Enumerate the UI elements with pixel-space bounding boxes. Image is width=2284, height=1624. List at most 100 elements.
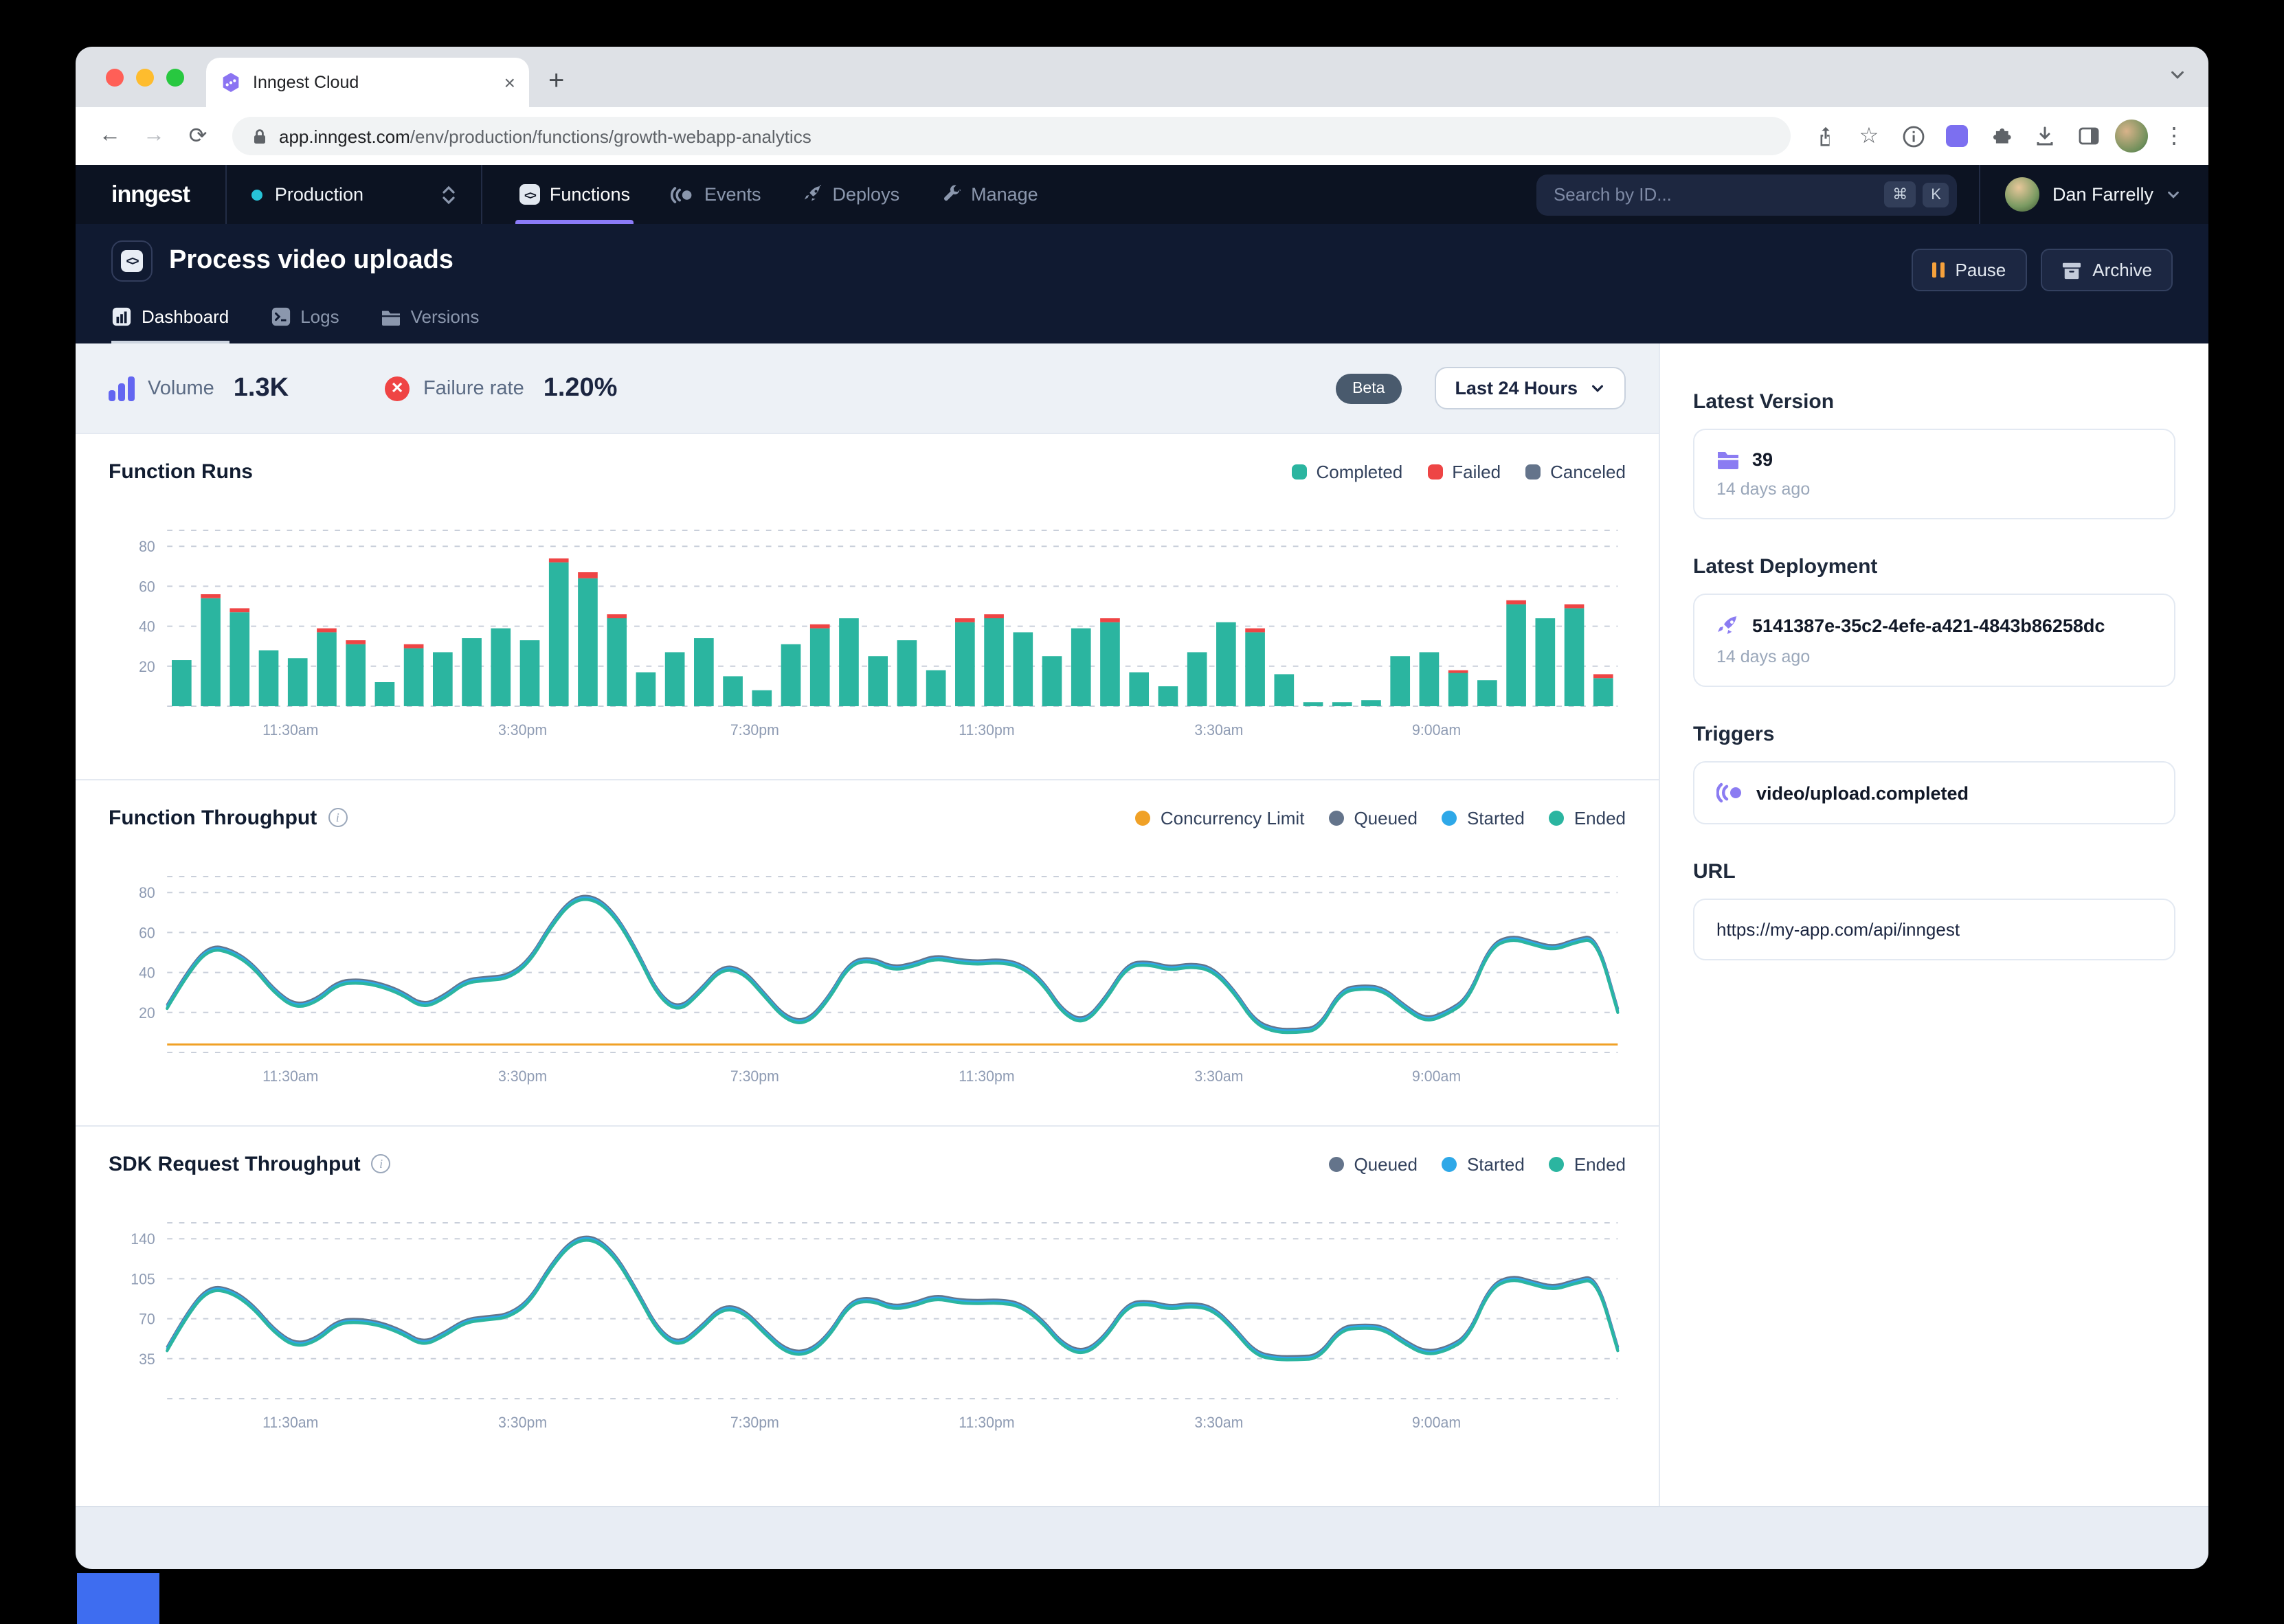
nav-item-deploys[interactable]: Deploys <box>785 165 918 224</box>
minimize-window-button[interactable] <box>136 69 154 87</box>
svg-text:7:30pm: 7:30pm <box>730 1068 779 1085</box>
info-icon[interactable]: i <box>372 1154 391 1173</box>
svg-text:11:30pm: 11:30pm <box>959 1414 1014 1431</box>
archive-button[interactable]: Archive <box>2040 249 2173 291</box>
inngest-favicon <box>220 71 242 93</box>
url-heading: URL <box>1693 860 2175 883</box>
url-card[interactable]: https://my-app.com/api/inngest <box>1693 899 2175 960</box>
url-text: app.inngest.com/env/production/functions… <box>279 126 811 146</box>
new-tab-button[interactable]: + <box>548 66 564 98</box>
legend-ended: Ended <box>1549 807 1626 828</box>
folder-icon <box>1716 449 1740 470</box>
downloads-icon[interactable] <box>2027 118 2063 154</box>
inngest-logo[interactable]: inngest <box>76 165 225 224</box>
nav-item-events[interactable]: Events <box>653 165 779 224</box>
macos-traffic-lights <box>106 69 184 87</box>
extension-info-icon[interactable] <box>1895 118 1931 154</box>
svg-text:3:30pm: 3:30pm <box>498 721 547 738</box>
browser-menu-kebab-icon[interactable]: ⋮ <box>2156 118 2192 154</box>
function-icon: <> <box>111 240 153 282</box>
svg-text:140: 140 <box>131 1230 155 1248</box>
latest-version-card[interactable]: 39 14 days ago <box>1693 429 2175 519</box>
chevron-down-icon <box>2166 187 2181 202</box>
info-icon[interactable]: i <box>328 808 347 827</box>
back-button[interactable]: ← <box>92 118 128 154</box>
tab-close-icon[interactable]: × <box>504 71 515 93</box>
share-icon[interactable] <box>1807 118 1843 154</box>
screenshot-stage: Inngest Cloud × + ← → ⟳ app.inngest.com/… <box>0 0 2284 1624</box>
pause-button[interactable]: Pause <box>1912 249 2027 291</box>
environment-selector[interactable]: Production <box>227 165 481 224</box>
beta-badge: Beta <box>1336 373 1401 403</box>
url-bar[interactable]: app.inngest.com/env/production/functions… <box>232 117 1791 155</box>
legend-started: Started <box>1442 1153 1525 1174</box>
tab-versions[interactable]: Versions <box>381 306 480 343</box>
cmd-key-badge: ⌘ <box>1884 181 1916 207</box>
tab-logs[interactable]: Logs <box>270 306 339 343</box>
latest-deployment-card[interactable]: 5141387e-35c2-4efe-a421-4843b86258dc 14 … <box>1693 594 2175 687</box>
failure-x-icon: ✕ <box>385 376 410 401</box>
volume-label: Volume <box>148 377 214 399</box>
function-runs-legend: Completed Failed Canceled <box>1292 461 1626 482</box>
browser-tab[interactable]: Inngest Cloud × <box>206 58 529 107</box>
trigger-value: video/upload.completed <box>1756 782 1969 803</box>
sidebar-toggle-icon[interactable] <box>2071 118 2107 154</box>
function-throughput-chart[interactable]: 2040608011:30am3:30pm7:30pm11:30pm3:30am… <box>109 846 1626 1088</box>
nav-item-functions[interactable]: <> Functions <box>502 165 648 224</box>
sdk-request-throughput-chart[interactable]: 357010514011:30am3:30pm7:30pm11:30pm3:30… <box>109 1193 1626 1434</box>
user-avatar <box>2006 177 2040 212</box>
search-box[interactable]: ⌘ K <box>1537 174 1958 215</box>
svg-text:3:30am: 3:30am <box>1194 1414 1243 1431</box>
svg-text:11:30am: 11:30am <box>262 721 318 738</box>
svg-text:7:30pm: 7:30pm <box>730 721 779 738</box>
tab-search-chevron-icon[interactable] <box>2169 66 2186 84</box>
svg-text:3:30pm: 3:30pm <box>498 1414 547 1431</box>
reload-button[interactable]: ⟳ <box>180 118 216 154</box>
failure-metric: ✕ Failure rate 1.20% <box>385 373 617 403</box>
user-menu[interactable]: Dan Farrelly <box>1981 165 2208 224</box>
svg-text:70: 70 <box>139 1310 155 1327</box>
volume-value: 1.3K <box>234 373 289 403</box>
chevron-down-icon <box>1590 381 1605 396</box>
forward-button[interactable]: → <box>136 118 172 154</box>
search-input[interactable] <box>1554 184 1877 205</box>
legend-failed: Failed <box>1427 461 1501 482</box>
content-area: Volume 1.3K ✕ Failure rate 1.20% Beta La… <box>76 343 2208 1506</box>
terminal-icon <box>270 306 291 327</box>
time-range-select[interactable]: Last 24 Hours <box>1434 367 1626 409</box>
latest-deployment-heading: Latest Deployment <box>1693 555 2175 578</box>
tab-label: Logs <box>300 306 339 327</box>
svg-text:60: 60 <box>139 578 155 595</box>
tab-dashboard[interactable]: Dashboard <box>111 306 229 343</box>
nav-item-label: Deploys <box>833 184 900 205</box>
svg-text:9:00am: 9:00am <box>1412 1068 1461 1085</box>
sdk-throughput-legend: Queued Started Ended <box>1329 1153 1626 1174</box>
close-window-button[interactable] <box>106 69 124 87</box>
svg-text:7:30pm: 7:30pm <box>730 1414 779 1431</box>
svg-text:40: 40 <box>139 618 155 635</box>
failure-value: 1.20% <box>544 373 618 403</box>
nav-item-label: Manage <box>971 184 1038 205</box>
extensions-puzzle-icon[interactable] <box>1983 118 2019 154</box>
nav-item-label: Functions <box>550 184 630 205</box>
archive-label: Archive <box>2092 260 2152 280</box>
legend-concurrency-limit: Concurrency Limit <box>1136 807 1305 828</box>
svg-text:105: 105 <box>131 1270 155 1287</box>
main-column: Volume 1.3K ✕ Failure rate 1.20% Beta La… <box>76 343 1659 1506</box>
svg-text:11:30pm: 11:30pm <box>959 721 1014 738</box>
nav-items: <> Functions Events <box>482 165 1056 224</box>
rocket-icon <box>803 184 823 205</box>
svg-text:11:30am: 11:30am <box>262 1068 318 1085</box>
zoom-window-button[interactable] <box>166 69 184 87</box>
time-range-value: Last 24 Hours <box>1455 378 1578 398</box>
pause-icon <box>1932 262 1945 278</box>
nav-item-manage[interactable]: Manage <box>923 165 1056 224</box>
extension-purple-icon[interactable] <box>1939 118 1975 154</box>
volume-metric: Volume 1.3K <box>109 373 289 403</box>
function-runs-chart[interactable]: 2040608011:30am3:30pm7:30pm11:30pm3:30am… <box>109 500 1626 742</box>
svg-text:60: 60 <box>139 924 155 941</box>
bookmark-star-icon[interactable]: ☆ <box>1851 118 1887 154</box>
trigger-card[interactable]: video/upload.completed <box>1693 761 2175 824</box>
browser-profile-avatar[interactable] <box>2115 120 2148 153</box>
svg-text:9:00am: 9:00am <box>1412 721 1461 738</box>
